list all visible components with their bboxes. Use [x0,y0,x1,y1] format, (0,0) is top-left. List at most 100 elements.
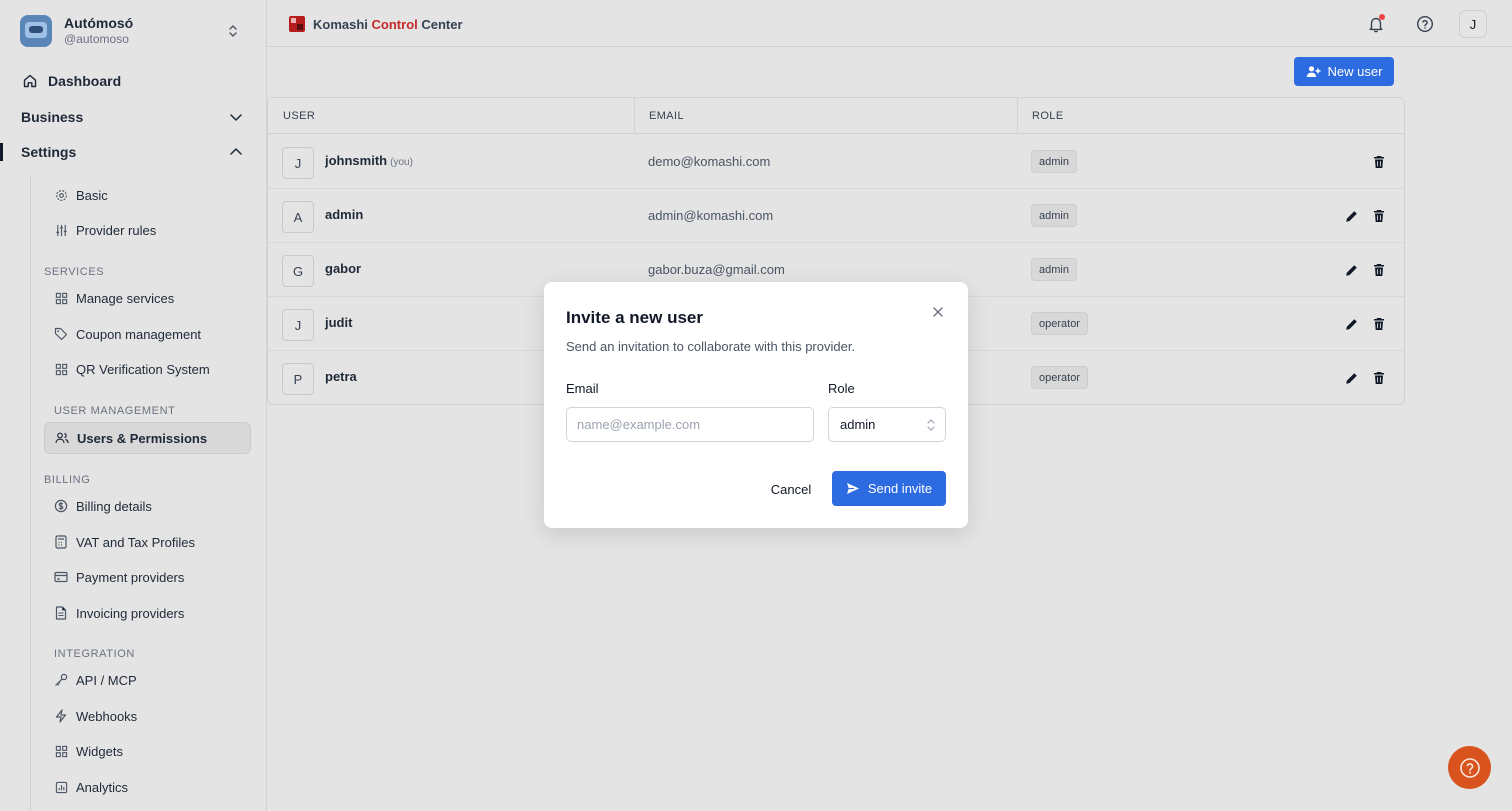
sidebar: Autómosó @automoso Dashboard Business Se… [0,0,267,811]
table-row[interactable]: J johnsmith (you) demo@komashi.com admin [268,135,1404,189]
org-logo [20,15,52,47]
nav-item-qr-verification[interactable]: QR Verification System [44,353,251,385]
section-services: SERVICES [44,266,105,278]
dialog-description: Send an invitation to collaborate with t… [566,339,856,354]
username: judit [325,315,352,330]
chevron-up-icon [228,144,244,165]
avatar: A [282,201,314,233]
invoice-icon [54,606,68,620]
delete-button[interactable] [1370,369,1388,387]
user-email: demo@komashi.com [648,154,771,169]
avatar: G [282,255,314,287]
role-badge: operator [1031,366,1088,389]
email-input[interactable] [566,407,814,442]
column-divider [634,98,635,134]
notifications-button[interactable] [1364,12,1388,36]
nav-settings[interactable]: Settings [0,135,266,169]
trash-icon [1373,371,1385,385]
close-icon [932,306,944,318]
role-badge: admin [1031,204,1077,227]
edit-button[interactable] [1342,369,1360,387]
username: petra [325,369,357,384]
lightning-icon [54,709,68,723]
edit-button[interactable] [1342,207,1360,225]
nav-item-manage-services[interactable]: Manage services [44,282,251,314]
invite-user-dialog: Invite a new user Send an invitation to … [544,282,968,528]
nav-item-invoicing-providers[interactable]: Invoicing providers [44,597,251,629]
help-button[interactable] [1413,12,1437,36]
you-indicator: (you) [390,157,413,168]
delete-button[interactable] [1370,207,1388,225]
active-section-indicator [0,143,3,161]
dialog-title: Invite a new user [566,308,703,327]
nav-item-widgets[interactable]: Widgets [44,735,251,767]
nav-dashboard[interactable]: Dashboard [0,64,266,98]
nav-item-webhooks[interactable]: Webhooks [44,700,251,732]
section-user-management: USER MANAGEMENT [54,405,176,417]
delete-button[interactable] [1370,315,1388,333]
nav-item-label: Manage services [76,290,175,306]
pencil-icon [1345,210,1358,223]
nav-settings-label: Settings [21,144,77,160]
cancel-button[interactable]: Cancel [760,472,822,506]
nav-item-basic[interactable]: Basic [44,179,251,211]
nav-business[interactable]: Business [0,100,266,134]
role-badge: operator [1031,312,1088,335]
close-button[interactable] [930,304,946,320]
org-handle: @automoso [64,32,129,47]
role-select[interactable]: admin [828,407,946,442]
chevrons-up-down-icon[interactable] [226,21,240,41]
avatar: J [282,147,314,179]
pencil-icon [1345,318,1358,331]
nav-item-label: Basic [76,187,108,203]
user-email: gabor.buza@gmail.com [648,262,785,277]
widgets-grid-icon [54,744,68,758]
role-badge: admin [1031,258,1077,281]
brand-logo [289,16,305,32]
help-chat-button[interactable] [1448,746,1491,789]
brand-title: Komashi Control Center [313,17,463,32]
avatar: P [282,363,314,395]
nav-item-label: Payment providers [76,569,185,585]
nav-item-payment-providers[interactable]: Payment providers [44,561,251,593]
nav-item-vat-tax[interactable]: VAT and Tax Profiles [44,526,251,558]
nav-item-analytics[interactable]: Analytics [44,771,251,803]
edit-button[interactable] [1342,315,1360,333]
role-select-value: admin [840,417,876,432]
username: gabor [325,261,361,276]
column-header-email: EMAIL [649,110,685,122]
nav-item-label: Billing details [76,498,152,514]
username-text: judit [325,315,353,330]
delete-button[interactable] [1370,153,1388,171]
analytics-icon [54,780,68,794]
table-row[interactable]: A admin admin@komashi.com admin [268,189,1404,243]
column-divider [1017,98,1018,134]
pencil-icon [1345,264,1358,277]
brand[interactable]: Komashi Control Center [289,16,463,32]
nav-item-provider-rules[interactable]: Provider rules [44,214,251,246]
send-invite-button[interactable]: Send invite [832,471,946,506]
home-icon [22,73,38,89]
email-label: Email [566,381,599,396]
org-switcher[interactable]: Autómosó @automoso [20,12,250,50]
new-user-button[interactable]: New user [1294,57,1394,86]
send-invite-label: Send invite [867,481,933,496]
brand-title-part2: Control [371,16,418,32]
username-text: gabor [325,261,362,276]
nav-item-label: Widgets [76,743,123,759]
help-circle-icon [1459,757,1481,779]
user-menu-button[interactable]: J [1459,10,1487,38]
user-plus-icon [1306,65,1328,78]
role-badge: admin [1031,150,1077,173]
nav-item-users-permissions[interactable]: Users & Permissions [44,422,251,454]
nav-item-api-mcp[interactable]: API / MCP [44,664,251,696]
nav-dashboard-label: Dashboard [48,73,122,89]
nav-item-billing-details[interactable]: Billing details [44,490,251,522]
nav-item-coupon-management[interactable]: Coupon management [44,318,251,350]
nav-item-label: Invoicing providers [76,605,185,621]
delete-button[interactable] [1370,261,1388,279]
key-icon [54,673,68,687]
avatar: J [282,309,314,341]
edit-button[interactable] [1342,261,1360,279]
username-text: johnsmith [325,153,388,168]
